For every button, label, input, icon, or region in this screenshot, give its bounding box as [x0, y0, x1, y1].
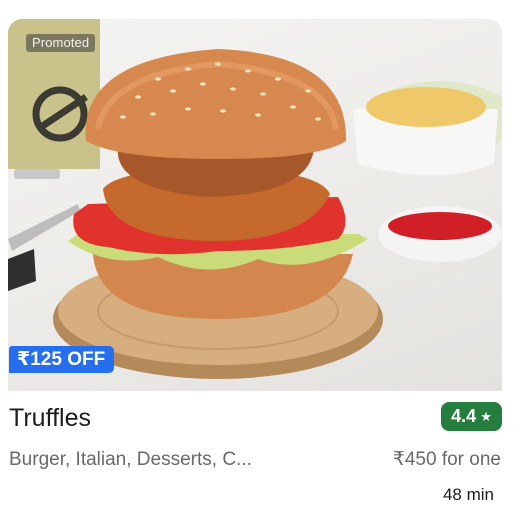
- restaurant-card[interactable]: Promoted ₹125 OFF Truffles 4.4 ★ Burger,…: [0, 0, 519, 523]
- price-for-one: ₹450 for one: [392, 449, 501, 470]
- rating-badge: 4.4 ★: [441, 402, 502, 431]
- promoted-badge: Promoted: [26, 34, 96, 52]
- rating-value: 4.4: [451, 406, 477, 426]
- restaurant-name[interactable]: Truffles: [9, 402, 91, 434]
- star-icon: ★: [480, 409, 492, 424]
- burger-photo[interactable]: [8, 19, 502, 391]
- offer-badge: ₹125 OFF: [9, 346, 115, 373]
- cuisine-list: Burger, Italian, Desserts, C...: [9, 449, 252, 470]
- burger-illustration: [8, 19, 502, 379]
- delivery-time: 48 min: [442, 485, 494, 504]
